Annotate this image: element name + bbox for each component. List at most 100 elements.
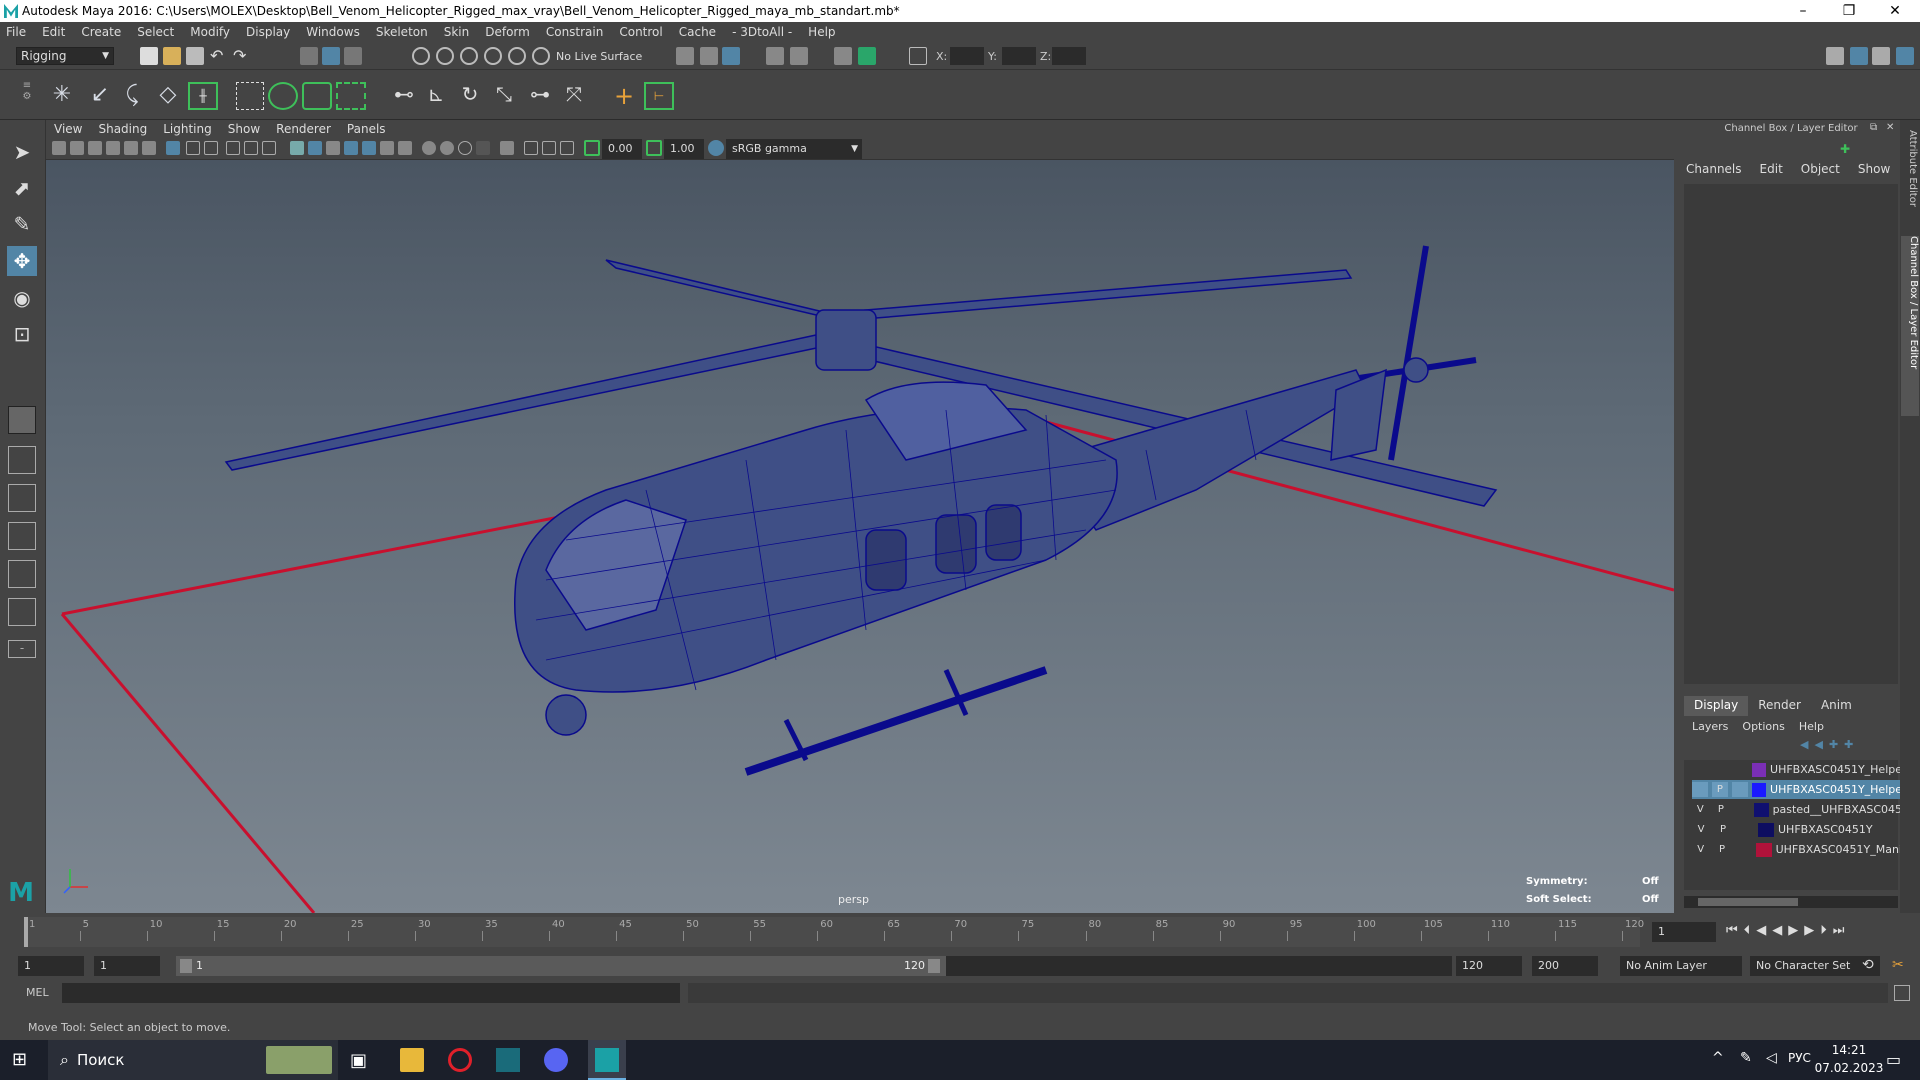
pole-vector-icon[interactable]: ⤧ xyxy=(560,82,588,110)
shadows-icon[interactable] xyxy=(398,141,412,155)
current-frame-field[interactable]: 1 xyxy=(1652,922,1716,942)
x-field[interactable] xyxy=(950,47,984,65)
attribute-editor-tab[interactable]: Attribute Editor xyxy=(1902,130,1918,230)
safe-action-icon[interactable] xyxy=(262,141,276,155)
ipr-render-icon[interactable] xyxy=(790,47,808,65)
panel-menu-renderer[interactable]: Renderer xyxy=(276,122,331,136)
menu-select[interactable]: Select xyxy=(137,25,174,39)
panel-menu-shading[interactable]: Shading xyxy=(98,122,147,136)
attribute-editor-icon[interactable] xyxy=(1850,47,1868,65)
channel-show-menu[interactable]: Show xyxy=(1858,162,1890,176)
menu-create[interactable]: Create xyxy=(81,25,121,39)
render-frame-icon[interactable] xyxy=(766,47,784,65)
close-button[interactable]: ✕ xyxy=(1872,0,1918,22)
ambient-occlusion-icon[interactable] xyxy=(422,141,436,155)
layer-type[interactable] xyxy=(1733,802,1750,817)
y-field[interactable] xyxy=(1002,47,1036,65)
channel-box-area[interactable] xyxy=(1684,184,1898,684)
input-ops-icon[interactable] xyxy=(676,47,694,65)
play-backward-icon[interactable]: ◀ xyxy=(1772,923,1782,938)
layer-row-2[interactable]: P UHFBXASC0451Y_Helpe xyxy=(1692,780,1902,799)
menu-edit[interactable]: Edit xyxy=(42,25,65,39)
wireframe-icon[interactable] xyxy=(290,141,304,155)
menu-set-dropdown[interactable]: Rigging ▼ xyxy=(16,47,114,65)
script-editor-icon[interactable] xyxy=(1894,985,1910,1001)
3ds-max-icon[interactable] xyxy=(496,1048,520,1072)
tab-render[interactable]: Render xyxy=(1748,696,1811,716)
field-chart-icon[interactable] xyxy=(244,141,258,155)
wrap-deformer-icon[interactable] xyxy=(268,82,298,110)
task-view-icon[interactable]: ▣ xyxy=(350,1050,370,1071)
menu-control[interactable]: Control xyxy=(619,25,662,39)
command-language-label[interactable]: MEL xyxy=(26,986,49,999)
exposure-field[interactable]: 0.00 xyxy=(602,139,642,159)
layer-visibility[interactable]: V xyxy=(1692,842,1710,857)
select-component-icon[interactable] xyxy=(344,47,362,65)
animation-prefs-icon[interactable]: ✂ xyxy=(1892,957,1904,973)
layer-playback[interactable] xyxy=(1711,762,1728,777)
select-hierarchy-icon[interactable] xyxy=(300,47,318,65)
close-panel-icon[interactable]: ✕ xyxy=(1886,122,1894,133)
panel-menu-view[interactable]: View xyxy=(54,122,82,136)
film-gate-icon[interactable] xyxy=(186,141,200,155)
character-set-dropdown[interactable]: No Character Set xyxy=(1750,956,1880,976)
smooth-shade-icon[interactable] xyxy=(308,141,322,155)
insert-joint-icon[interactable]: ◇ xyxy=(154,82,182,110)
snap-view-icon[interactable] xyxy=(484,47,502,65)
layer-visibility[interactable] xyxy=(1692,762,1708,777)
channel-box-tab[interactable]: Channel Box / Layer Editor xyxy=(1901,236,1919,416)
panel-menu-panels[interactable]: Panels xyxy=(347,122,386,136)
move-layer-down-icon[interactable]: ◀ xyxy=(1814,738,1822,754)
exposure-icon[interactable] xyxy=(584,140,600,156)
color-management-icon[interactable] xyxy=(708,140,724,156)
new-layer-icon[interactable]: ✚ xyxy=(1829,738,1838,754)
hypershade-layout-icon[interactable] xyxy=(8,598,36,626)
save-scene-icon[interactable] xyxy=(186,47,204,65)
camera-select-icon[interactable] xyxy=(52,141,66,155)
taskbar-search[interactable]: ⌕ Поиск xyxy=(48,1040,338,1080)
notification-icon[interactable]: ▭ xyxy=(1886,1050,1901,1069)
gamma-icon[interactable] xyxy=(646,140,662,156)
current-time-marker[interactable] xyxy=(24,917,28,947)
tab-anim[interactable]: Anim xyxy=(1811,696,1862,716)
tray-expand-icon[interactable]: ^ xyxy=(1712,1050,1724,1066)
transform-mode-icon[interactable] xyxy=(909,47,927,65)
layer-row-5[interactable]: V P UHFBXASC0451Y_Mani xyxy=(1692,840,1902,859)
image-plane-icon[interactable] xyxy=(106,141,120,155)
menu-3dtoall[interactable]: - 3DtoAll - xyxy=(732,25,792,39)
channel-object-menu[interactable]: Object xyxy=(1801,162,1840,176)
modeling-toolkit-icon[interactable] xyxy=(1826,47,1844,65)
single-view-layout-icon[interactable] xyxy=(8,406,36,434)
tab-display[interactable]: Display xyxy=(1684,696,1749,716)
soft-mod-icon[interactable] xyxy=(336,82,366,110)
layer-help-menu[interactable]: Help xyxy=(1799,720,1824,733)
step-back-frame-icon[interactable]: ◀ xyxy=(1756,923,1766,938)
isolate-select-icon[interactable] xyxy=(500,141,514,155)
menu-display[interactable]: Display xyxy=(246,25,290,39)
side-by-side-layout-icon[interactable] xyxy=(8,484,36,512)
channel-box-icon[interactable] xyxy=(1896,47,1914,65)
aim-constraint-icon[interactable]: ⊾ xyxy=(422,82,450,110)
render-settings-icon[interactable] xyxy=(834,47,852,65)
depth-of-field-icon[interactable] xyxy=(476,141,490,155)
anim-layer-dropdown[interactable]: No Anim Layer xyxy=(1620,956,1742,976)
play-forward-icon[interactable]: ▶ xyxy=(1788,923,1798,938)
outliner-layout-icon[interactable] xyxy=(8,522,36,550)
panel-menu-show[interactable]: Show xyxy=(228,122,260,136)
discord-icon[interactable] xyxy=(544,1048,568,1072)
maya-taskbar-button[interactable] xyxy=(588,1040,626,1080)
layer-type[interactable] xyxy=(1734,842,1753,857)
restore-button[interactable]: ❐ xyxy=(1826,0,1872,22)
anti-alias-icon[interactable] xyxy=(458,141,472,155)
clock-date[interactable]: 07.02.2023 xyxy=(1810,1061,1888,1075)
skin-bind-icon[interactable]: ╫ xyxy=(188,82,218,110)
step-forward-key-icon[interactable]: ⏵ xyxy=(1820,923,1827,938)
start-time-field[interactable]: 1 xyxy=(18,956,84,976)
layer-type[interactable] xyxy=(1731,782,1748,797)
layer-type[interactable] xyxy=(1736,822,1754,837)
channel-edit-menu[interactable]: Edit xyxy=(1760,162,1783,176)
four-view-layout-icon[interactable] xyxy=(8,446,36,474)
move-layer-up-icon[interactable]: ◀ xyxy=(1800,738,1808,754)
flat-shade-icon[interactable] xyxy=(326,141,340,155)
menu-skeleton[interactable]: Skeleton xyxy=(376,25,428,39)
